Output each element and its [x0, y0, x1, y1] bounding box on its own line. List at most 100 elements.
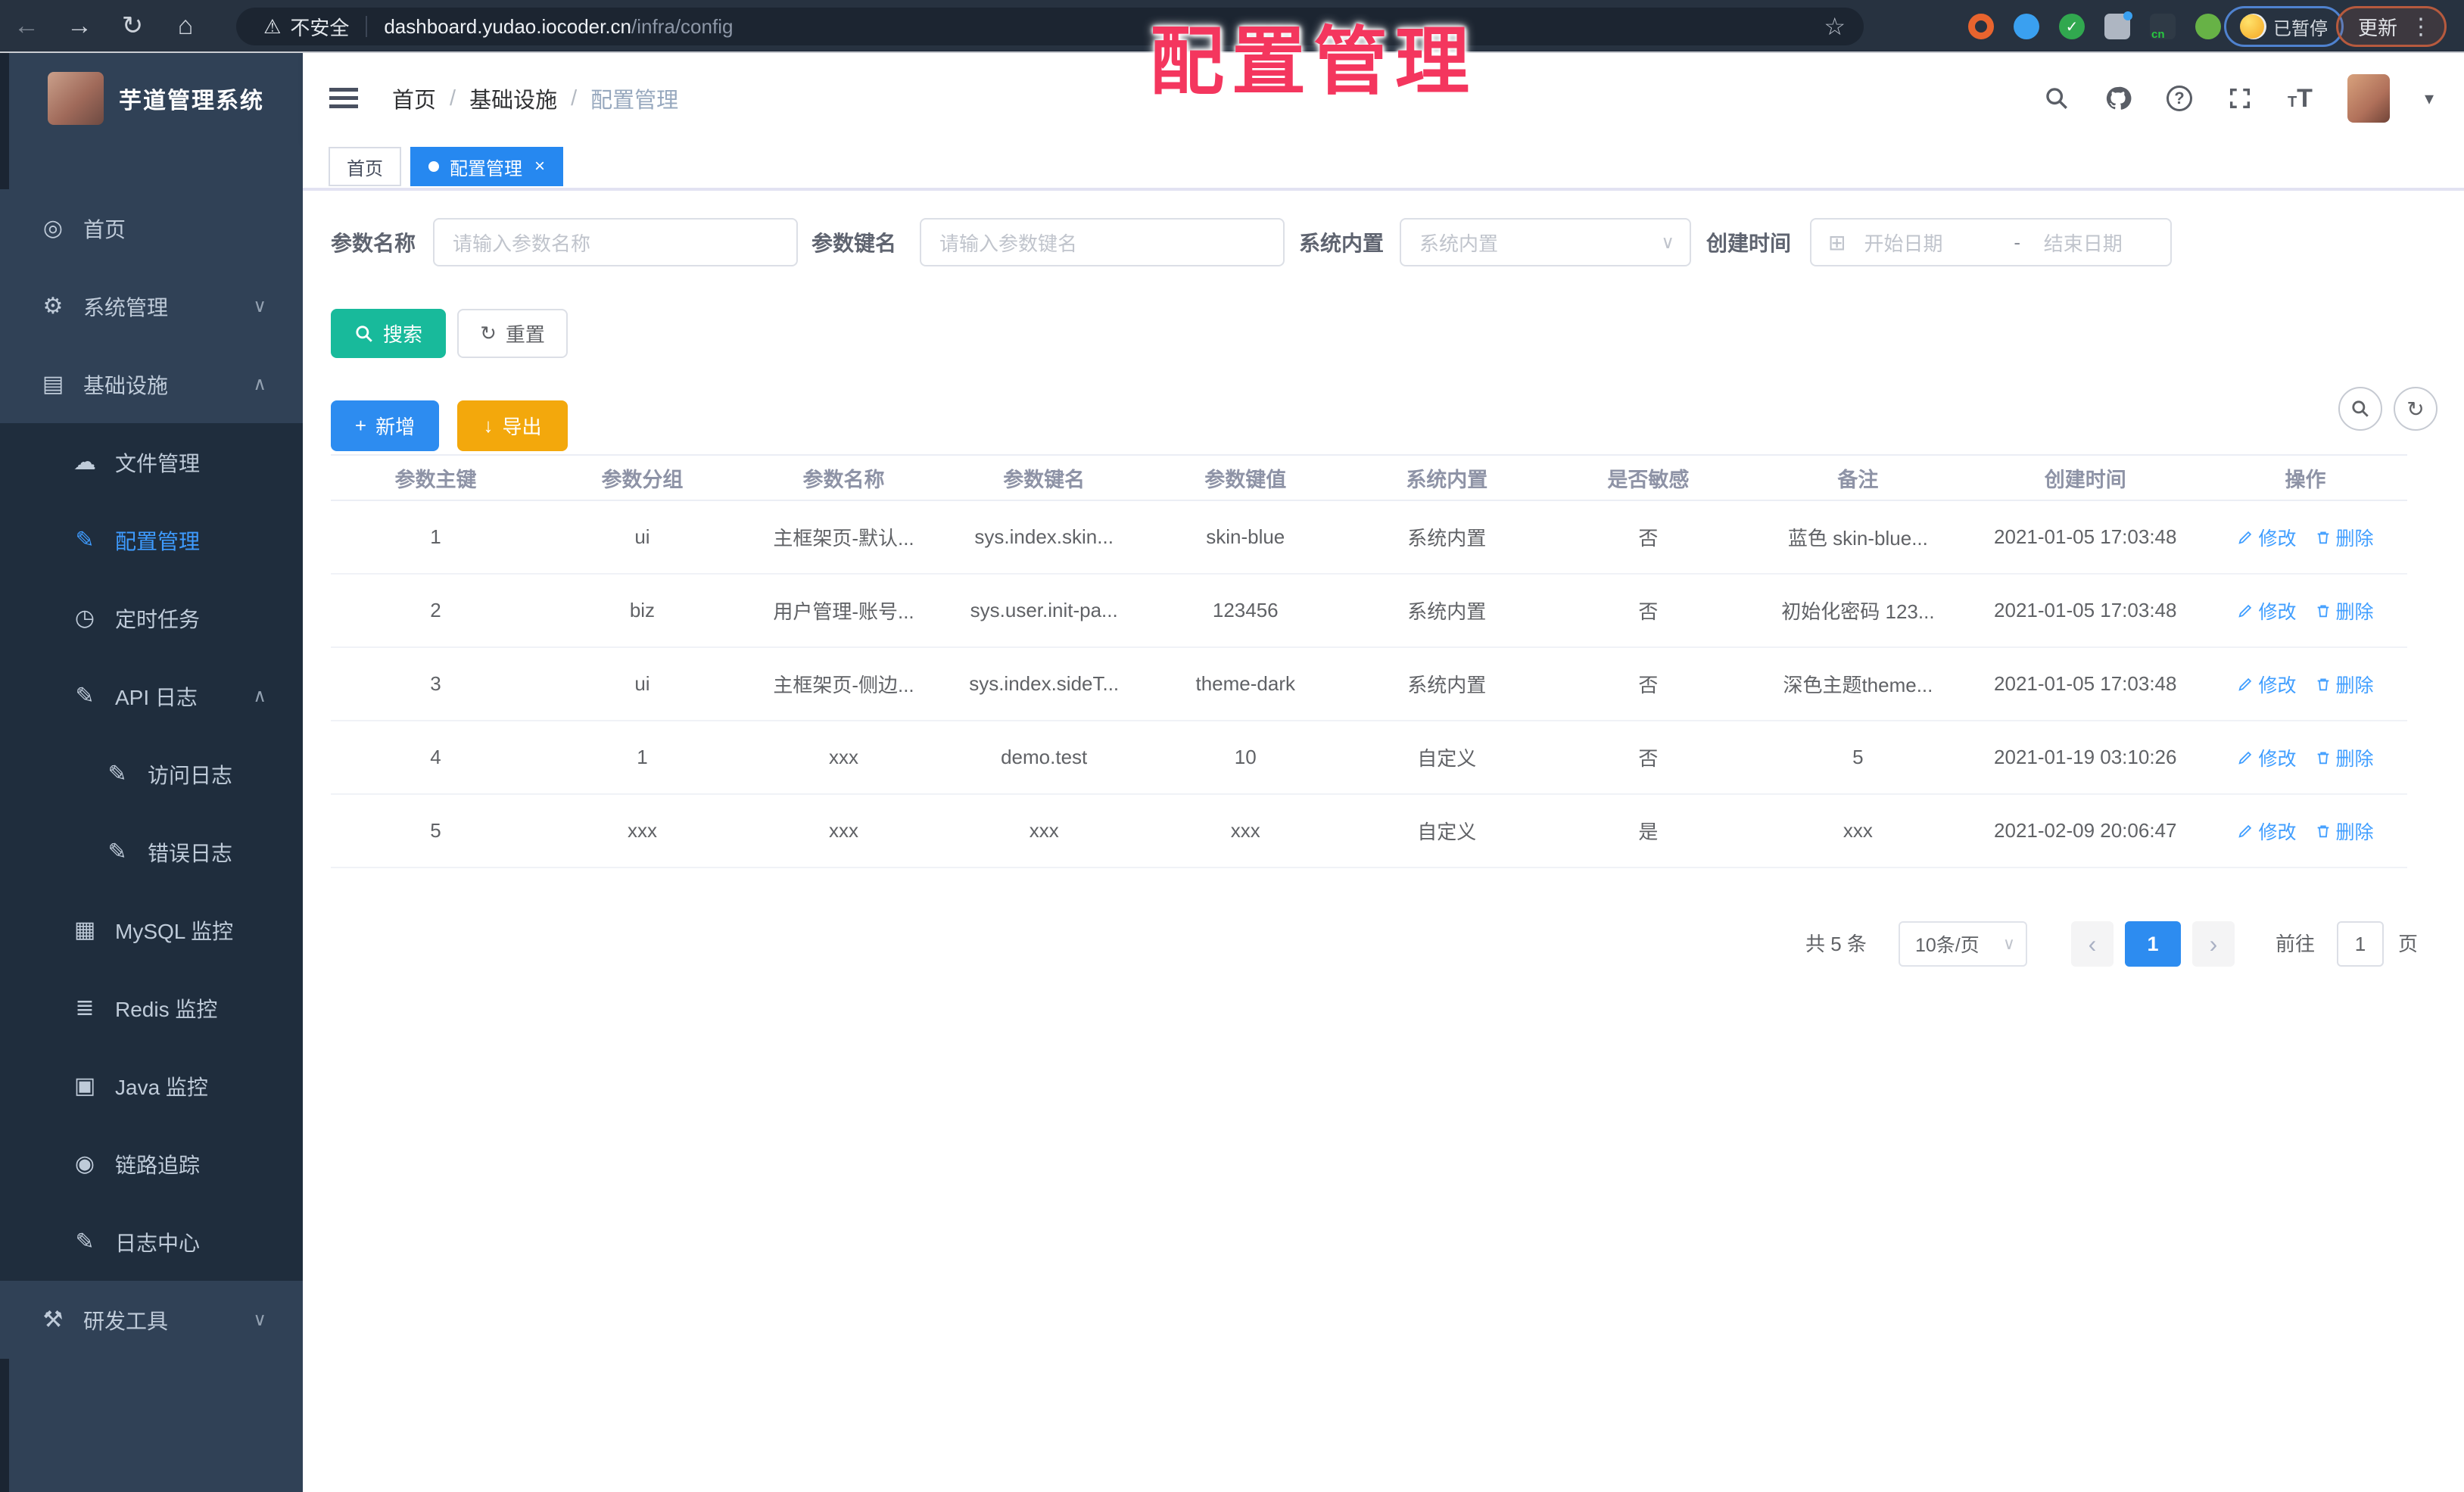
sidebar-item[interactable]: ◷ 定时任务: [0, 579, 303, 657]
goto-page-input[interactable]: 1: [2337, 921, 2384, 967]
button-label: 导出: [502, 416, 542, 438]
edit-link[interactable]: 修改: [2237, 818, 2297, 845]
reset-button[interactable]: ↻ 重置: [457, 309, 568, 358]
table-cell: biz: [629, 599, 656, 621]
sidebar-item[interactable]: ◎ 首页: [0, 189, 303, 267]
table-cell: theme-dark: [1195, 672, 1296, 695]
url-host: dashboard.yudao.iocoder.cn: [384, 14, 632, 38]
toggle-search-button[interactable]: [2338, 387, 2382, 431]
filter-date-label: 创建时间: [1706, 232, 1792, 255]
edit-square-icon: ✎: [75, 528, 95, 553]
delete-link[interactable]: 删除: [2315, 744, 2374, 771]
search-icon[interactable]: [2044, 86, 2070, 111]
user-avatar[interactable]: [2347, 74, 2390, 123]
kebab-menu-icon[interactable]: ⋮: [2409, 14, 2432, 40]
sidebar-item[interactable]: ✎ 日志中心: [0, 1203, 303, 1281]
sidebar-item-label: 定时任务: [115, 607, 201, 631]
pagination-total: 共 5 条: [1805, 933, 1867, 955]
delete-link[interactable]: 删除: [2315, 818, 2374, 845]
help-icon[interactable]: ?: [2166, 86, 2192, 111]
sidebar-item[interactable]: ✎ API 日志 ∧: [0, 657, 303, 735]
sidebar-item[interactable]: ≣ Redis 监控: [0, 969, 303, 1047]
search-button[interactable]: 搜索: [331, 309, 446, 358]
sidebar-item[interactable]: ✎ 错误日志: [0, 813, 303, 891]
builtin-select[interactable]: 系统内置 ∨: [1400, 218, 1691, 266]
error-log-icon: ✎: [107, 839, 127, 864]
prev-page-button[interactable]: ‹: [2071, 921, 2114, 967]
sidebar-item[interactable]: ▤ 基础设施 ∧: [0, 345, 303, 423]
link-label: 删除: [2335, 821, 2374, 843]
browser-update-button[interactable]: 更新 ⋮: [2336, 6, 2447, 47]
export-button[interactable]: ↓ 导出: [457, 400, 568, 451]
table-row: 5 xxx xxx xxx xxx 自定义 是 xxx 2021-02-09 20:06:47 修…: [331, 795, 2407, 868]
ext-grid[interactable]: [2104, 11, 2132, 39]
tab-config[interactable]: 配置管理 ×: [410, 147, 564, 186]
forward-icon[interactable]: →: [53, 11, 106, 41]
github-icon[interactable]: [2104, 85, 2132, 112]
sidebar-item[interactable]: ▦ MySQL 监控: [0, 891, 303, 969]
security-warning-icon[interactable]: ⚠: [263, 15, 281, 39]
delete-link[interactable]: 删除: [2315, 671, 2374, 698]
next-page-button[interactable]: ›: [2192, 921, 2235, 967]
page-size-select[interactable]: 10条/页 ∨: [1899, 921, 2027, 967]
ext-orange-ring[interactable]: [1968, 14, 1994, 39]
table-cell: 2021-02-09 20:06:47: [1994, 819, 2177, 842]
breadcrumb-home[interactable]: 首页: [392, 83, 436, 114]
edit-link[interactable]: 修改: [2237, 597, 2297, 625]
ext-cn-badge[interactable]: cn: [2150, 14, 2176, 41]
param-key-input[interactable]: 请输入参数键名: [920, 218, 1285, 266]
param-name-input[interactable]: 请输入参数名称: [433, 218, 798, 266]
delete-link[interactable]: 删除: [2315, 597, 2374, 625]
annotation-overlay-title: 配置管理: [1149, 20, 1477, 103]
sidebar-item-label: MySQL 监控: [115, 919, 234, 943]
link-label: 删除: [2335, 601, 2374, 623]
delete-link[interactable]: 删除: [2315, 524, 2374, 551]
sidebar-logo-row[interactable]: 芋道管理系统: [0, 53, 303, 144]
placeholder-text: 系统内置: [1419, 232, 1499, 255]
back-icon[interactable]: ←: [0, 11, 53, 41]
sidebar-item[interactable]: ⚙ 系统管理 ∨: [0, 267, 303, 345]
refresh-table-button[interactable]: ↻: [2394, 387, 2438, 431]
edit-link[interactable]: 修改: [2237, 744, 2297, 771]
table-cell: 深色主题theme...: [1783, 674, 1933, 696]
sidebar-item-label: 首页: [83, 217, 126, 241]
table-cell: 系统内置: [1407, 674, 1487, 696]
sidebar-item[interactable]: ✎ 配置管理: [0, 501, 303, 579]
reload-icon[interactable]: ↻: [106, 11, 159, 41]
table-cell: 2021-01-05 17:03:48: [1994, 525, 2177, 548]
table-cell: 主框架页-侧边...: [773, 674, 914, 696]
breadcrumb-infra[interactable]: 基础设施: [469, 83, 557, 114]
chevron-down-icon[interactable]: ▾: [2425, 88, 2434, 110]
bookmark-star-icon[interactable]: ☆: [1824, 12, 1846, 41]
fullscreen-icon[interactable]: [2227, 86, 2253, 111]
plus-icon: +: [354, 414, 367, 437]
home-icon[interactable]: ⌂: [159, 11, 212, 41]
sidebar-item[interactable]: ◉ 链路追踪: [0, 1125, 303, 1203]
link-label: 修改: [2258, 601, 2297, 623]
edit-link[interactable]: 修改: [2237, 671, 2297, 698]
add-button[interactable]: + 新增: [331, 400, 439, 451]
ext-leaf[interactable]: [2195, 14, 2221, 39]
table-header-row: 参数主键 参数分组 参数名称 参数键名 参数键值 系统内置 是否敏感 备注 创建时间 操作: [331, 454, 2407, 501]
table-cell: 是: [1638, 821, 1659, 843]
close-icon[interactable]: ×: [534, 156, 545, 177]
tab-home[interactable]: 首页: [329, 147, 401, 186]
table-cell: xxx: [829, 819, 858, 842]
hamburger-icon[interactable]: [329, 88, 358, 109]
address-bar[interactable]: ⚠ 不安全 dashboard.yudao.iocoder.cn /infra/…: [236, 8, 1864, 45]
paused-extension-button[interactable]: 已暂停: [2224, 6, 2344, 47]
date-range-picker[interactable]: ⊞ 开始日期 - 结束日期: [1810, 218, 2172, 266]
table-cell: 1: [430, 525, 441, 548]
ext-green-check[interactable]: ✓: [2059, 14, 2085, 39]
edit-link[interactable]: 修改: [2237, 524, 2297, 551]
sidebar-item[interactable]: ▣ Java 监控: [0, 1047, 303, 1125]
placeholder-text: 请输入参数键名: [939, 232, 1078, 255]
sidebar-item[interactable]: ✎ 访问日志: [0, 735, 303, 813]
page-1-button[interactable]: 1: [2125, 921, 2181, 967]
sidebar-item[interactable]: ☁ 文件管理: [0, 423, 303, 501]
font-size-icon[interactable]: TT: [2288, 84, 2313, 114]
sidebar: 芋道管理系统 ◎ 首页 ⚙ 系统管理 ∨ ▤ 基础设施 ∧ ☁ 文件管理 ✎ 配置管理 ◷ 定时任务 ✎ AP…: [0, 53, 303, 1492]
ext-blue-pin[interactable]: [2014, 14, 2039, 39]
sidebar-item-label: Java 监控: [115, 1075, 208, 1099]
sidebar-item[interactable]: ⚒ 研发工具 ∨: [0, 1281, 303, 1359]
